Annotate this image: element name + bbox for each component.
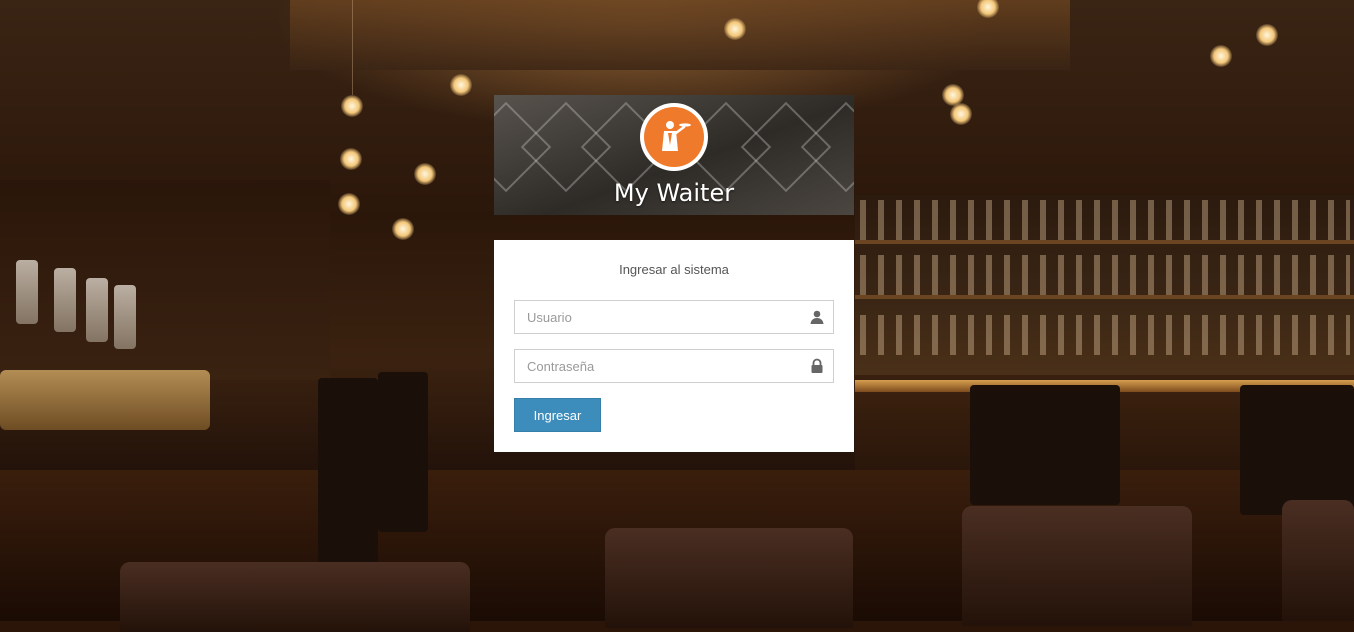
bottles-decor [860, 255, 1350, 295]
pendant-lamp-decor [1256, 24, 1278, 46]
glass-lamp-decor [114, 285, 136, 349]
booth-decor [0, 370, 210, 430]
glass-lamp-decor [86, 278, 108, 342]
login-button[interactable]: Ingresar [514, 398, 601, 432]
pendant-lamp-decor [950, 103, 972, 125]
shelf-decor [855, 240, 1354, 244]
glass-lamp-decor [16, 260, 38, 324]
glass-lamp-decor [54, 268, 76, 332]
bar-stool-decor [378, 372, 428, 532]
waiter-logo-icon [640, 103, 708, 171]
pendant-lamp-decor [392, 218, 414, 240]
pendant-lamp-decor [340, 148, 362, 170]
bar-stool-decor [970, 385, 1120, 505]
lock-icon [811, 358, 823, 373]
pendant-lamp-decor [414, 163, 436, 185]
left-wall-decor [0, 180, 330, 380]
bar-stool-decor [318, 378, 378, 568]
login-message: Ingresar al sistema [619, 262, 729, 277]
password-field [514, 349, 834, 383]
logo-banner: My Waiter [494, 95, 854, 215]
armchair-decor [605, 528, 853, 628]
ceiling-decor [290, 0, 1070, 70]
login-panel: Ingresar al sistema Ingresar [494, 240, 854, 452]
pendant-lamp-decor [724, 18, 746, 40]
armchair-decor [962, 506, 1192, 626]
bottles-decor [860, 200, 1350, 240]
username-input[interactable] [527, 301, 797, 333]
password-input[interactable] [527, 350, 797, 382]
pendant-lamp-decor [1210, 45, 1232, 67]
bar-stool-decor [1240, 385, 1354, 515]
lamp-cord-decor [352, 0, 353, 95]
bottles-decor [860, 315, 1350, 355]
app-title: My Waiter [613, 179, 735, 207]
pendant-lamp-decor [450, 74, 472, 96]
username-field [514, 300, 834, 334]
armchair-decor [120, 562, 470, 632]
pendant-lamp-decor [338, 193, 360, 215]
pendant-lamp-decor [341, 95, 363, 117]
shelf-decor [855, 295, 1354, 299]
armchair-decor [1282, 500, 1354, 621]
user-icon [810, 310, 824, 324]
